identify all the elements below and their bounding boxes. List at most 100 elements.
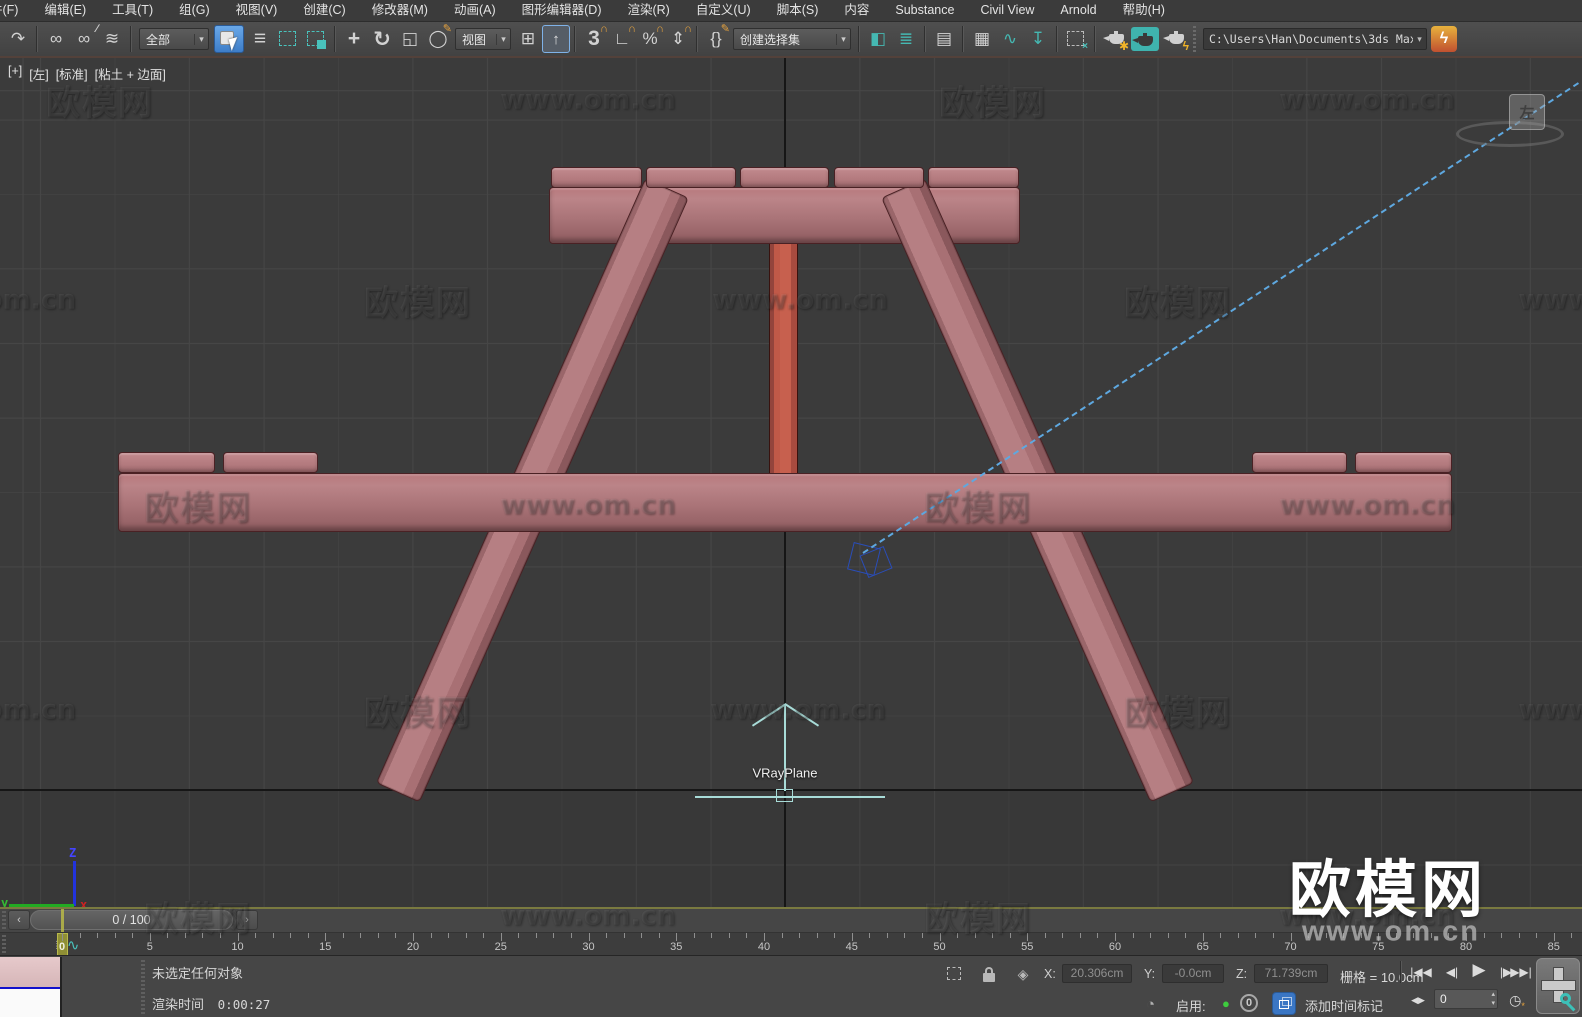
toolbar-separator <box>334 26 336 52</box>
ruler-tick <box>1272 933 1274 938</box>
menu-item-12[interactable]: 内容 <box>831 0 882 21</box>
ruler-tick <box>1501 933 1503 938</box>
previous-frame-arrow-button[interactable]: ‹ <box>8 910 30 930</box>
isolate-selection-toggle-icon[interactable]: × <box>1062 25 1090 53</box>
ruler-tick <box>606 933 608 938</box>
select-and-manipulate-icon[interactable]: ↑ <box>542 25 570 53</box>
percent-snap-toggle-icon[interactable]: % ∩ <box>636 24 664 53</box>
set-key-button[interactable] <box>1536 958 1580 1014</box>
key-mode-toggle[interactable]: ◀▶ <box>1406 988 1430 1012</box>
maxscript-mini-listener[interactable] <box>0 957 62 1017</box>
edit-named-selection-sets-icon[interactable]: {} ✎ <box>702 24 730 53</box>
select-and-rotate-icon[interactable]: ↻ <box>368 25 396 53</box>
menu-item-10[interactable]: 自定义(U) <box>683 0 764 21</box>
play-button[interactable]: ▶ <box>1466 958 1492 982</box>
ruler-tick <box>1325 933 1327 938</box>
statusbar-grip <box>141 960 145 1014</box>
table-top-plank <box>834 167 924 188</box>
ruler-tick <box>799 933 801 938</box>
ruler-tick <box>448 933 450 938</box>
ruler-tick <box>1290 933 1292 941</box>
menu-item-8[interactable]: 图形编辑器(D) <box>509 0 615 21</box>
coord-y-label: Y: <box>1144 967 1156 981</box>
workspaces-icon[interactable]: ϟ <box>1431 26 1457 52</box>
project-folder-field[interactable]: C:\Users\Han\Documents\3ds Max 2022▾ <box>1203 28 1427 50</box>
menu-item-4[interactable]: 视图(V) <box>223 0 291 21</box>
select-by-name-icon[interactable]: ≡ <box>246 25 274 53</box>
coord-y-field[interactable]: -0.0cm <box>1162 964 1224 983</box>
select-object-button[interactable] <box>214 25 244 53</box>
selection-lock-toggle[interactable] <box>978 964 1000 984</box>
next-frame-arrow-button[interactable]: › <box>236 910 258 930</box>
menu-item-0[interactable]: 件(F) <box>0 0 31 21</box>
ribbon-toggle-icon[interactable]: ▦ <box>968 25 996 53</box>
mirror-icon[interactable]: ◧ <box>864 25 892 53</box>
viewport-pov-menu[interactable]: [左] <box>29 64 48 83</box>
schematic-view-icon[interactable]: ↧ <box>1024 25 1052 53</box>
curve-editor-icon[interactable]: ∿ <box>996 25 1024 53</box>
viewport-general-menu[interactable]: [+] <box>8 64 22 83</box>
menu-item-2[interactable]: 工具(T) <box>99 0 166 21</box>
layer-explorer-icon[interactable]: ▤ <box>930 25 958 53</box>
coord-z-field[interactable]: 71.739cm <box>1254 964 1328 983</box>
menu-item-14[interactable]: Civil View <box>967 0 1047 21</box>
coord-x-field[interactable]: 20.306cm <box>1062 964 1132 983</box>
bind-to-space-warp-icon[interactable]: ≋ <box>98 25 126 53</box>
menu-item-5[interactable]: 创建(C) <box>290 0 358 21</box>
menu-item-1[interactable]: 编辑(E) <box>31 0 99 21</box>
viewport-standard-menu[interactable]: [标准] <box>56 64 88 83</box>
time-configuration-button[interactable]: ◷* <box>1504 988 1530 1012</box>
menu-item-13[interactable]: Substance <box>882 0 967 21</box>
isolate-selection-button[interactable] <box>944 964 966 984</box>
coord-z-label: Z: <box>1236 967 1248 981</box>
menu-item-7[interactable]: 动画(A) <box>441 0 509 21</box>
select-and-place-icon[interactable]: ◯ ✎ <box>424 24 452 53</box>
unlink-selection-icon[interactable]: ∞ ∕ <box>70 24 98 53</box>
add-time-tag-label[interactable]: 添加时间标记 <box>1305 996 1383 1015</box>
ruler-tick <box>413 933 414 941</box>
menu-item-15[interactable]: Arnold <box>1047 0 1109 21</box>
selection-filter-dropdown[interactable]: 全部 ▾ <box>139 28 209 50</box>
scripting-pane[interactable] <box>0 987 60 1017</box>
toolbar-separator <box>1056 26 1058 52</box>
align-icon[interactable]: ≣ <box>892 25 920 53</box>
menu-item-11[interactable]: 脚本(S) <box>764 0 832 21</box>
zero-badge[interactable]: 0 <box>1240 994 1258 1012</box>
vray-plane-arrow-left <box>751 703 787 727</box>
select-and-link-icon[interactable]: ∞ <box>42 25 70 53</box>
angle-snap-toggle-icon[interactable]: ∟ ∩ <box>608 24 636 53</box>
menu-item-9[interactable]: 渲染(R) <box>614 0 682 21</box>
time-tag-icon[interactable]: ◔ <box>1146 996 1155 1013</box>
viewcube[interactable]: 左 <box>1509 94 1545 130</box>
redo-icon[interactable]: ↷ <box>4 25 32 53</box>
use-pivot-point-center-icon[interactable]: ⊞ <box>514 25 542 53</box>
reference-coordinate-system-dropdown[interactable]: 视图 ▾ <box>455 28 511 50</box>
table-top-plank <box>551 167 642 188</box>
select-and-scale-icon[interactable]: ◱ <box>396 25 424 53</box>
viewport-left-view[interactable]: [+] [左] [标准] [粘土 + 边面] VRayPlane 左 Z y x <box>0 58 1582 907</box>
goto-end-button[interactable]: ▶▶| <box>1506 960 1536 984</box>
absolute-mode-toggle[interactable]: ◈ <box>1012 964 1034 984</box>
render-setup-icon[interactable]: ✱ <box>1100 25 1130 53</box>
track-bar[interactable]: ≣ ∿ 0510152025303540455055606570758085 <box>0 932 1582 956</box>
current-frame-field[interactable]: 0 ▴ ▾ <box>1434 989 1498 1009</box>
select-and-move-icon[interactable]: + <box>340 25 368 53</box>
named-selection-sets-dropdown[interactable]: 创建选择集 ▾ <box>733 28 851 50</box>
window-crossing-toggle-icon[interactable] <box>302 25 330 53</box>
toolbar-separator <box>696 26 698 52</box>
render-production-icon[interactable]: ϟ <box>1160 25 1190 53</box>
spinner-snap-toggle-icon[interactable]: ⇕ ∩ <box>664 24 692 53</box>
previous-frame-button[interactable]: ◀| <box>1440 960 1464 984</box>
ruler-tick <box>1413 933 1415 938</box>
goto-start-button[interactable]: |◀◀ <box>1406 960 1436 984</box>
menu-item-3[interactable]: 组(G) <box>166 0 223 21</box>
frame-spinner[interactable]: ▴ ▾ <box>1491 990 1495 1008</box>
time-tag-cube-button[interactable] <box>1272 992 1296 1015</box>
viewport-shading-menu[interactable]: [粘土 + 边面] <box>95 64 166 83</box>
macro-recorder-pane[interactable] <box>0 957 60 987</box>
rendered-frame-window-icon[interactable] <box>1131 27 1159 51</box>
menu-item-6[interactable]: 修改器(M) <box>359 0 441 21</box>
menu-item-16[interactable]: 帮助(H) <box>1110 0 1178 21</box>
rectangular-selection-region-icon[interactable] <box>274 25 302 53</box>
snaps-toggle-3d-icon[interactable]: 3 ∩ <box>580 24 608 53</box>
